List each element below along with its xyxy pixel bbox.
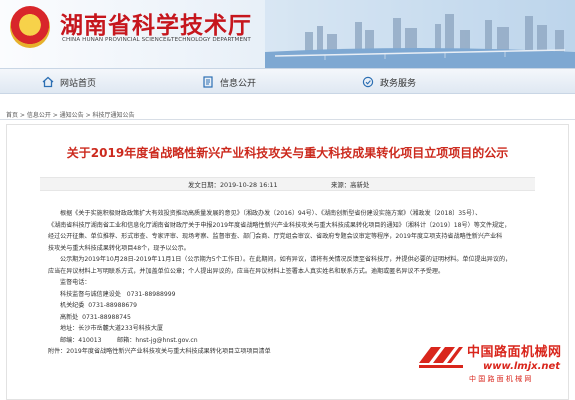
article-source: 来源：高新处 [331,180,369,189]
city-skyline-image [265,0,575,68]
contact-label: 高新处 [60,313,79,321]
email-link[interactable]: 邮箱：hnst-jg@hnst.gov.cn [117,337,198,344]
watermark-title: 中国路面机械网 [467,345,562,360]
service-icon [362,76,374,88]
source-label: 来源： [331,181,351,189]
paragraph-line: 技攻关与重大科技成果转化项目48个，现予以公示。 [48,244,190,252]
contact-phone: 0731-88988999 [126,290,176,298]
publish-date-value: 2019-10-28 16:11 [219,181,278,189]
breadcrumb[interactable]: 首页 > 信息公开 > 通知公告 > 科技厅通知公告 [6,110,135,119]
national-emblem-icon: ★ [10,6,50,48]
article-title: 关于2019年度省战略性新兴产业科技攻关与重大科技成果转化项目立项项目的公示 [66,146,509,160]
site-header: ★ 湖南省科学技术厅 CHINA HUNAN PROVINCIAL SCIENC… [0,0,575,68]
site-subtitle: CHINA HUNAN PROVINCIAL SCIENCE&TECHNOLOG… [62,37,251,43]
article-body: 根据《关于实施积极财政政策扩大有效投资推动高质量发展的意见》（湘政办发〔2016… [48,208,548,358]
contact-row: 科技监督与诚信建设处 0731-88988999 [60,289,548,301]
paragraph-line: 应当在异议材料上写明联系方式，并加盖单位公章；个人提出异议的，应当在异议材料上签… [48,267,445,275]
nav-item-home-label: 网站首页 [60,78,97,89]
publish-date: 发文日期：2019-10-28 16:11 [188,180,278,189]
home-icon [42,76,54,88]
paragraph-line: 经过公开征集、单位推荐、形式审查、专家评审、现场考察、监督审查、部门会商、厅党组… [48,233,503,240]
contact-row: 机关纪委 0731-88988679 [60,300,548,312]
site-title[interactable]: 湖南省科学技术厅 [60,6,252,40]
contact-heading: 监督电话： [60,279,91,286]
contact-label: 科技监督与诚信建设处 [60,290,121,298]
address: 地址：长沙市岳麓大道233号科技大厦 [60,325,164,332]
page-root: ★ 湖南省科学技术厅 CHINA HUNAN PROVINCIAL SCIENC… [0,0,575,400]
source-value: 高新处 [350,181,370,189]
publish-label: 发文日期： [188,181,220,189]
nav-item-service-label: 政务服务 [380,78,417,89]
watermark: 中国路面机械网 www.lmjx.net 中 国 路 面 机 械 网 [417,339,567,385]
contact-row: 高新处 0731-88988745 [60,312,548,324]
document-icon [203,76,213,88]
watermark-subtitle: 中 国 路 面 机 械 网 [469,375,532,383]
postcode: 邮编：410013 [60,336,102,344]
contact-phone: 0731-88988679 [88,302,137,309]
road-machinery-logo-icon [419,347,463,368]
nav-item-service[interactable]: 政务服务 [362,69,416,95]
nav-item-home[interactable]: 网站首页 [42,69,96,95]
paragraph-line: 《湖南省科技厅湖南省工业和信息化厅湖南省财政厅关于申报2019年度省战略性新兴产… [48,221,511,229]
paragraph-line: 根据《关于实施积极财政政策扩大有效投资推动高质量发展的意见》（湘政办发〔2016… [60,210,482,217]
nav-item-info-label: 信息公开 [220,78,257,89]
paragraph-line: 公示期为2019年10月28日-2019年11月1日（公示期为5个工作日）。在此… [60,256,512,263]
main-nav: 网站首页 信息公开 政务服务 [0,68,575,94]
article-meta-bar [40,177,535,191]
contact-phone: 0731-88988745 [82,313,131,321]
divider [0,119,575,120]
contact-label: 机关纪委 [60,302,85,309]
nav-item-info[interactable]: 信息公开 [202,69,256,95]
watermark-url: www.lmjx.net [483,361,561,372]
